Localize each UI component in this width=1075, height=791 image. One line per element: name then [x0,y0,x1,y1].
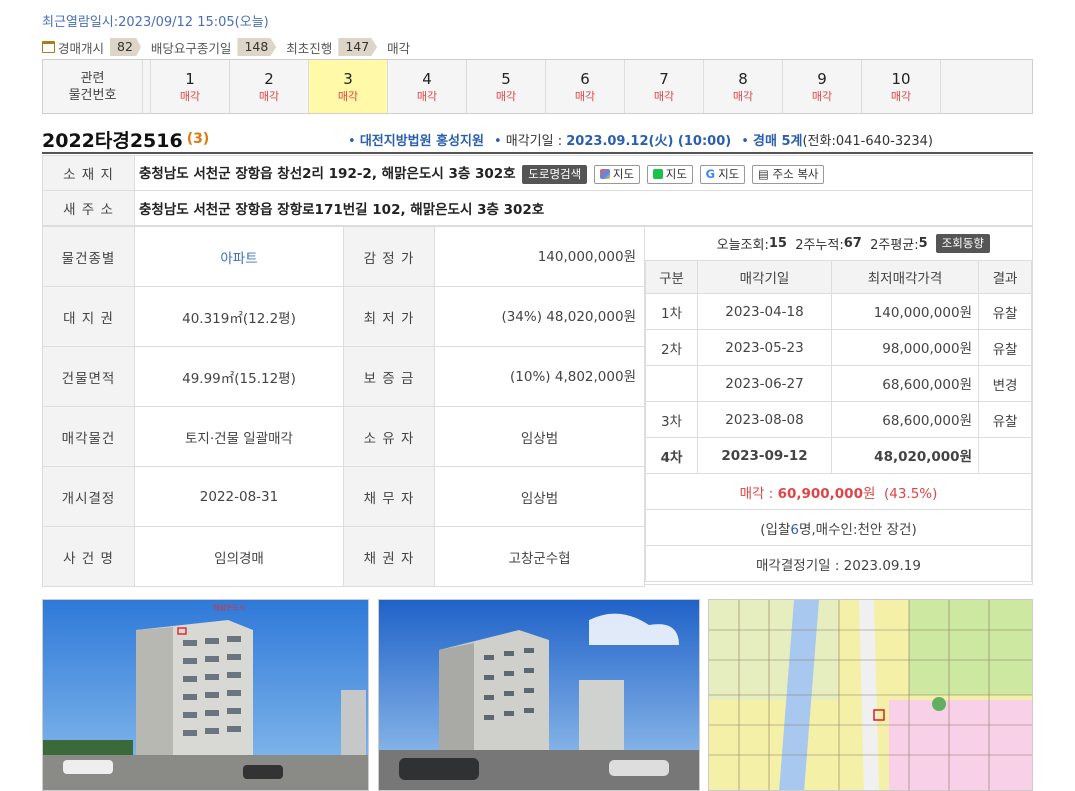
step-label: 매각 [387,40,411,56]
deposit: (10%) 4,802,000원 [434,346,645,407]
detail-label: 채 권 자 [343,526,435,587]
daum-map-button[interactable]: 지도 [593,164,641,184]
copy-address-button[interactable]: ▤ 주소 복사 [751,164,825,184]
step-count: 147 [338,38,378,56]
sale-date: • 매각기일 : 2023.09.12(火) (10:00) [493,133,732,149]
history-row: 2차 2023-05-23 98,000,000원 유찰 [645,329,1032,366]
address-table: 소 재 지 충청남도 서천군 장항읍 창선2리 192-2, 해맑은도시 3층 … [42,155,1033,226]
daum-icon [599,168,610,179]
detail-label: 감 정 가 [343,226,435,287]
cadastral-map[interactable] [708,599,1033,791]
history-row: 2023-06-27 68,600,000원 변경 [645,365,1032,402]
naver-icon [652,168,663,179]
related-item-selected[interactable]: 3 매각 [309,60,388,113]
history-header: 결과 [978,260,1032,294]
appraisal-price: 140,000,000원 [434,226,645,287]
view-stats: 오늘조회: 15 2주누적: 67 2주평균: 5 조회동향 [645,227,1032,260]
copy-icon: ▤ [757,166,769,181]
details-table: 물건종별 아파트 감 정 가 140,000,000원 대 지 권 40.319… [42,226,645,587]
step-label: 경매개시 [58,40,105,56]
detail-label: 대 지 권 [42,286,135,347]
step-label: 배당요구종기일 [150,40,232,56]
history-row: 3차 2023-08-08 68,600,000원 유찰 [645,401,1032,438]
step-count: 148 [237,38,277,56]
sold-result: 매각 : 60,900,000원 (43.5%) [645,473,1032,510]
history-header: 매각기일 [697,260,832,294]
history-header: 구분 [645,260,698,294]
history-row-current: 4차 2023-09-12 48,020,000원 [645,437,1032,474]
naver-map-button[interactable]: 지도 [646,164,693,184]
detail-label: 물건종별 [42,226,135,287]
court-name: • 대전지방법원 홍성지원 [348,133,484,149]
detail-label: 건물면적 [42,346,135,407]
bid-info: (입찰6명,매수인:천안 장건) [645,509,1032,546]
history-row: 1차 2023-04-18 140,000,000원 유찰 [645,293,1032,330]
history-header: 최저매각가격 [831,260,979,294]
related-item[interactable]: 5 매각 [467,60,546,113]
related-item[interactable]: 10 매각 [862,60,941,113]
related-item[interactable]: 9 매각 [783,60,862,113]
land-right: 40.319㎡(12.2평) [134,286,344,347]
new-address-label: 새 주 소 [42,190,135,226]
step-label: 최초진행 [286,40,333,56]
start-decision-date: 2022-08-31 [134,466,344,527]
detail-label: 소 유 자 [343,406,435,467]
detail-label: 보 증 금 [343,346,435,407]
related-label: 관련 물건번호 [43,60,143,113]
related-item[interactable]: 2 매각 [230,60,309,113]
google-map-button[interactable]: G 지도 [699,164,746,184]
related-item[interactable]: 4 매각 [388,60,467,113]
sale-history-table: 구분 매각기일 최저매각가격 결과 1차 2023-04-18 140,000,00… [645,260,1032,582]
step-count: 82 [110,38,141,56]
sale-history-panel: 오늘조회: 15 2주누적: 67 2주평균: 5 조회동향 구분 매각기일 최… [645,226,1033,585]
case-name: 임의경매 [134,526,344,587]
related-item[interactable]: 8 매각 [704,60,783,113]
property-type[interactable]: 아파트 [134,226,344,287]
building-photo-2[interactable] [378,599,700,791]
court-dept: • 경매 5계(전화:041-640-3234) [741,133,933,149]
sale-object: 토지·건물 일괄매각 [134,406,344,467]
owner: 임상범 [434,406,645,467]
related-items-bar: 관련 물건번호 1 매각 2 매각 3 매각 4 매각 5 매각 6 매각 7 매각 8 매각 9… [42,59,1033,114]
detail-label: 채 무 자 [343,466,435,527]
calendar-icon [42,41,55,53]
address-label: 소 재 지 [42,155,135,191]
case-header: 2022타경2516 (3) • 대전지방법원 홍성지원 • 매각기일 : 20… [42,126,1033,154]
creditor: 고창군수협 [434,526,645,587]
case-item-count: (3) [186,131,210,147]
debtor: 임상범 [434,466,645,527]
address-row: 충청남도 서천군 장항읍 창선2리 192-2, 해맑은도시 3층 302호 도… [134,155,1033,191]
related-item[interactable]: 7 매각 [625,60,704,113]
building-photo-1[interactable]: 해맑은도시 [42,599,369,791]
progress-steps: 경매개시 82 배당요구종기일 148 최초진행 147 매각 [42,37,410,57]
photo-overlay-text: 해맑은도시 [213,603,245,612]
detail-label: 매각물건 [42,406,135,467]
detail-label: 개시결정 [42,466,135,527]
address-value: 충청남도 서천군 장항읍 창선2리 192-2, 해맑은도시 3층 302호 [139,166,516,183]
new-address-value: 충청남도 서천군 장항읍 장항로171번길 102, 해맑은도시 3층 302호 [134,190,1033,226]
detail-label: 최 저 가 [343,286,435,347]
case-number: 2022타경2516 [42,129,183,152]
road-search-button[interactable]: 도로명검색 [522,164,588,184]
detail-label: 사 건 명 [42,526,135,587]
recent-view-text: 최근열람일시:2023/09/12 15:05(오늘) [42,15,269,30]
google-icon: G [705,166,716,181]
related-item[interactable]: 1 매각 [151,60,230,113]
building-area: 49.99㎡(15.12평) [134,346,344,407]
minimum-price: (34%) 48,020,000원 [434,286,645,347]
related-item[interactable]: 6 매각 [546,60,625,113]
sale-decision-date: 매각결정기일 : 2023.09.19 [645,545,1032,582]
view-trend-button[interactable]: 조회동향 [935,234,990,253]
